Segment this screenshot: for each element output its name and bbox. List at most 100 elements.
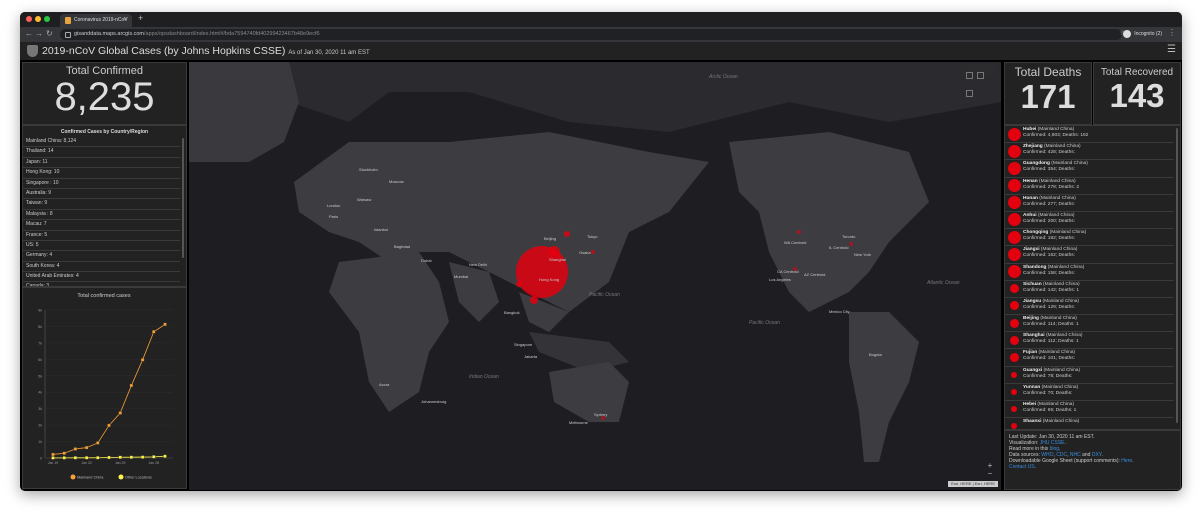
city-label: New Delhi bbox=[469, 262, 488, 267]
china-outbreak-cluster[interactable] bbox=[516, 246, 568, 298]
minimize-window-icon[interactable] bbox=[35, 16, 41, 22]
browser-menu-icon[interactable]: ⋮ bbox=[1168, 28, 1176, 37]
case-marker[interactable] bbox=[797, 230, 801, 234]
hamburger-menu-icon[interactable]: ☰ bbox=[1167, 44, 1176, 55]
province-list-item[interactable]: Hunan (Mainland China) Confirmed: 277; De… bbox=[1005, 195, 1174, 212]
city-label: Jakarta bbox=[524, 354, 538, 359]
city-label: Baghdad bbox=[394, 244, 411, 249]
country-list-item[interactable]: France: 5 bbox=[23, 231, 180, 241]
city-label: Tokyo bbox=[587, 234, 598, 239]
data-point bbox=[107, 423, 111, 428]
browser-tab[interactable]: Coronavirus 2019-nCoV × bbox=[60, 14, 132, 27]
forward-icon[interactable]: → bbox=[35, 29, 43, 38]
map-view-controls[interactable] bbox=[963, 66, 995, 97]
country-list-item[interactable]: US: 5 bbox=[23, 241, 180, 252]
country-list-item[interactable]: United Arab Emirates: 4 bbox=[23, 272, 180, 283]
country-list-item[interactable]: Malaysia : 8 bbox=[23, 210, 180, 221]
maximize-window-icon[interactable] bbox=[44, 16, 50, 22]
country-list-item[interactable]: Mainland China: 8,124 bbox=[23, 137, 180, 148]
country-list-item[interactable]: Japan: 11 bbox=[23, 158, 180, 169]
case-size-dot-icon bbox=[1009, 352, 1019, 362]
city-label: WA Centroid bbox=[784, 240, 807, 245]
province-list-item[interactable]: Chongqing (Mainland China) Confirmed: 182… bbox=[1005, 229, 1174, 247]
province-region: (Mainland China) bbox=[1037, 212, 1075, 218]
province-text: Sichuan (Mainland China) Confirmed: 142; … bbox=[1023, 282, 1080, 294]
province-list-item[interactable]: Sichuan (Mainland China) Confirmed: 142; … bbox=[1005, 281, 1174, 298]
province-name: Jiangxi bbox=[1023, 247, 1040, 253]
case-marker[interactable] bbox=[516, 281, 522, 287]
province-list-item[interactable]: Guangdong (Mainland China) Confirmed: 354… bbox=[1005, 160, 1174, 178]
country-list[interactable]: Mainland China: 8,124 Thailand: 14 Japan: … bbox=[23, 137, 186, 286]
province-list-item[interactable]: Zhejiang (Mainland China) Confirmed: 428;… bbox=[1005, 143, 1174, 161]
province-name: Fujian bbox=[1023, 350, 1038, 356]
case-size-dot-icon bbox=[1011, 423, 1017, 429]
new-tab-button[interactable]: + bbox=[138, 13, 143, 23]
country-list-item[interactable]: Australia: 9 bbox=[23, 189, 180, 200]
url-host: gisanddata.maps.arcgis.com bbox=[74, 31, 145, 37]
view-toggle-icon[interactable] bbox=[966, 72, 973, 79]
province-list-item[interactable]: Shandong (Mainland China) Confirmed: 158;… bbox=[1005, 264, 1174, 281]
country-list-item[interactable]: Singapore : 10 bbox=[23, 179, 180, 189]
province-region: (Mainland China) bbox=[1049, 230, 1087, 236]
province-region: (Mainland China) bbox=[1037, 127, 1075, 132]
province-list-item[interactable]: Henan (Mainland China) Confirmed: 278; De… bbox=[1005, 178, 1174, 195]
y-tick-label: 1k bbox=[38, 440, 42, 444]
province-list-item[interactable]: Hebei (Mainland China) Confirmed: 65; Dea… bbox=[1005, 401, 1174, 419]
chart-title: Total confirmed cases bbox=[77, 293, 130, 299]
country-list-item[interactable]: Thailand: 14 bbox=[23, 147, 180, 158]
city-label: London bbox=[327, 203, 341, 208]
close-tab-icon[interactable]: × bbox=[123, 14, 127, 27]
zoom-out-button[interactable]: − bbox=[985, 470, 995, 478]
province-region: (Mainland China) bbox=[1044, 144, 1081, 150]
case-marker[interactable] bbox=[849, 242, 853, 246]
view-toggle-icon[interactable] bbox=[977, 72, 984, 79]
country-list-item[interactable]: Macau: 7 bbox=[23, 220, 180, 231]
case-size-dot-icon bbox=[1007, 144, 1021, 158]
country-list-item[interactable]: Germany: 4 bbox=[23, 251, 180, 262]
contact-link[interactable]: Contact US bbox=[1009, 464, 1035, 470]
province-stats: Confirmed: 158; Deaths: bbox=[1023, 270, 1075, 276]
province-list-item[interactable]: Jiangsu (Mainland China) Confirmed: 129; … bbox=[1005, 298, 1174, 316]
province-list-item[interactable]: Guangxi (Mainland China) Confirmed: 78; D… bbox=[1005, 367, 1174, 384]
back-icon[interactable]: ← bbox=[25, 29, 33, 38]
case-marker[interactable] bbox=[564, 231, 570, 237]
province-list-item[interactable]: Jiangxi (Mainland China) Confirmed: 162; … bbox=[1005, 246, 1174, 264]
country-list-scrollbar[interactable] bbox=[182, 138, 184, 258]
province-list-item[interactable]: Anhui (Mainland China) Confirmed: 200; De… bbox=[1005, 212, 1174, 230]
total-deaths-panel: Total Deaths 171 bbox=[1004, 62, 1092, 125]
province-stats: Confirmed: 278; Deaths: 2 bbox=[1023, 184, 1079, 190]
province-text: Hunan (Mainland China) Confirmed: 277; De… bbox=[1023, 196, 1076, 208]
data-point bbox=[163, 454, 167, 458]
profile-button[interactable]: Incognito (2) bbox=[1123, 29, 1162, 40]
world-map[interactable]: Arctic Ocean Pacific Ocean Pacific Ocean In… bbox=[189, 62, 1001, 490]
case-marker[interactable] bbox=[530, 296, 538, 304]
province-list-item[interactable]: Shaanxi (Mainland China) bbox=[1005, 418, 1174, 429]
province-text: Shaanxi (Mainland China) bbox=[1023, 419, 1079, 425]
province-list-item[interactable]: Hubei (Mainland China) Confirmed: 4,903; … bbox=[1005, 126, 1174, 144]
province-list-item[interactable]: Shanghai (Mainland China) Confirmed: 112;… bbox=[1005, 332, 1174, 350]
y-tick-label: 2k bbox=[38, 424, 42, 428]
zoom-controls: + − bbox=[985, 462, 995, 478]
city-label: Melbourne bbox=[569, 420, 588, 425]
province-list-item[interactable]: Beijing (Mainland China) Confirmed: 114; … bbox=[1005, 315, 1174, 333]
country-list-item[interactable]: Hong Kong: 10 bbox=[23, 168, 180, 179]
total-deaths-label: Total Deaths bbox=[1014, 65, 1082, 79]
y-tick-label: 0 bbox=[40, 457, 42, 461]
country-list-item[interactable]: South Korea: 4 bbox=[23, 262, 180, 273]
data-point bbox=[51, 456, 55, 460]
view-toggle-icon[interactable] bbox=[966, 90, 973, 97]
province-name: Chongqing bbox=[1023, 230, 1049, 236]
province-list-item[interactable]: Fujian (Mainland China) Confirmed: 101; D… bbox=[1005, 349, 1174, 367]
province-list-item[interactable]: Yunnan (Mainland China) Confirmed: 70; De… bbox=[1005, 384, 1174, 401]
url-input[interactable]: gisanddata.maps.arcgis.com/apps/opsdashb… bbox=[60, 29, 1122, 40]
reload-icon[interactable]: ↻ bbox=[46, 29, 53, 38]
google-sheet-link[interactable]: Here bbox=[1121, 458, 1132, 464]
province-list-scrollbar[interactable] bbox=[1176, 128, 1178, 423]
case-marker[interactable] bbox=[591, 250, 595, 254]
case-size-dot-icon bbox=[1007, 230, 1021, 244]
close-window-icon[interactable] bbox=[26, 16, 32, 22]
y-tick-label: 5k bbox=[38, 374, 42, 378]
province-name: Zhejiang bbox=[1023, 144, 1043, 150]
country-list-item[interactable]: Taiwan: 9 bbox=[23, 199, 180, 210]
province-list[interactable]: Hubei (Mainland China) Confirmed: 4,903; … bbox=[1005, 126, 1180, 429]
